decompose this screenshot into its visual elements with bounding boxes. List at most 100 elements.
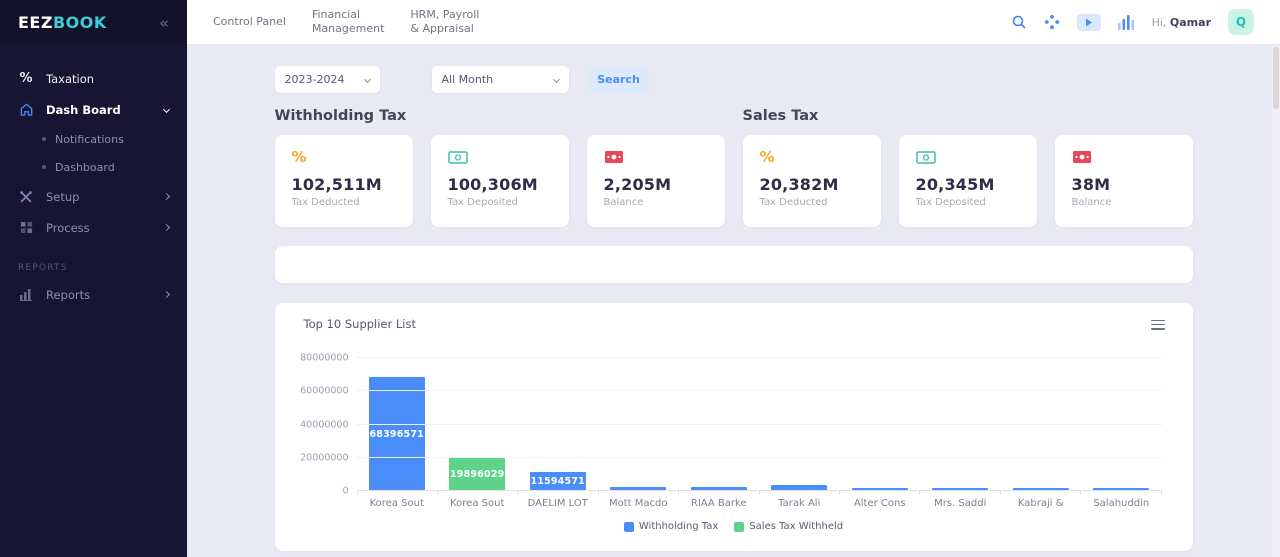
bullet-icon xyxy=(42,137,46,141)
sidebar-item-label: Notifications xyxy=(55,133,124,146)
x-axis-tick xyxy=(357,491,437,495)
chart-bars: 68396571 19896029 11594571 xyxy=(357,358,1162,491)
chevron-down-icon xyxy=(552,76,559,83)
bar-daelim-lot[interactable]: 11594571 xyxy=(530,472,586,491)
bar-slot xyxy=(759,358,840,491)
sidebar-item-reports[interactable]: Reports xyxy=(0,279,187,310)
stat-card-tax-deducted: % 20,382M Tax Deducted xyxy=(743,135,881,227)
nav-control-panel[interactable]: Control Panel xyxy=(213,15,286,29)
sidebar-item-label: Process xyxy=(46,221,90,235)
stat-value: 20,345M xyxy=(916,175,1020,194)
y-tick-label: 40000000 xyxy=(279,419,349,430)
sidebar-section-reports: REPORTS xyxy=(0,243,187,279)
x-axis-tick xyxy=(919,491,999,495)
stat-card-balance: 38M Balance xyxy=(1055,135,1193,227)
sidebar-menu: % Taxation Dash Board Notifications Dash… xyxy=(0,45,187,310)
x-tick-label: DAELIM LOT xyxy=(518,498,599,509)
nav-hrm-payroll[interactable]: HRM, Payroll & Appraisal xyxy=(410,8,479,36)
greeting-prefix: Hi, xyxy=(1152,16,1170,29)
year-select[interactable]: 2023-2024 xyxy=(275,66,380,93)
gridline xyxy=(357,357,1162,358)
bar-slot xyxy=(1081,358,1162,491)
sidebar-item-label: Dashboard xyxy=(55,161,115,174)
user-greeting: Hi, Qamar xyxy=(1152,16,1211,29)
legend-item[interactable]: Sales Tax Withheld xyxy=(734,521,843,532)
app-logo: EEZBOOK xyxy=(18,13,107,32)
scrollbar-thumb[interactable] xyxy=(1273,47,1279,109)
percent-icon: % xyxy=(760,148,864,166)
sidebar-item-dashboard[interactable]: Dashboard xyxy=(0,153,187,181)
bar-chart-icon xyxy=(18,287,34,303)
chart-menu-icon[interactable] xyxy=(1151,317,1165,332)
x-tick-label: Salahuddin xyxy=(1081,498,1162,509)
nav-financial-management[interactable]: Financial Management xyxy=(312,8,384,36)
sales-tax-section: Sales Tax % 20,382M Tax Deducted 20,345M xyxy=(743,108,1193,227)
sidebar-item-taxation[interactable]: % Taxation xyxy=(0,63,187,94)
y-tick-label: 0 xyxy=(279,486,349,497)
banknote-outline-icon xyxy=(448,148,552,166)
search-icon[interactable] xyxy=(1011,14,1027,30)
stat-label: Balance xyxy=(1072,197,1176,208)
stat-card-balance: 2,205M Balance xyxy=(587,135,725,227)
stat-card-tax-deposited: 20,345M Tax Deposited xyxy=(899,135,1037,227)
x-axis-tick xyxy=(1000,491,1080,495)
gridline xyxy=(357,490,1162,491)
y-tick-label: 60000000 xyxy=(279,386,349,397)
month-select[interactable]: All Month xyxy=(432,66,569,93)
stat-card-tax-deposited: 100,306M Tax Deposited xyxy=(431,135,569,227)
stat-label: Tax Deposited xyxy=(916,197,1020,208)
x-tick-label: Mrs. Saddi xyxy=(920,498,1001,509)
percent-icon: % xyxy=(18,71,34,87)
user-name: Qamar xyxy=(1170,16,1211,29)
bar-slot: 19896029 xyxy=(437,358,518,491)
legend-label: Withholding Tax xyxy=(639,521,718,532)
month-select-value: All Month xyxy=(442,73,494,86)
stat-value: 102,511M xyxy=(292,175,396,194)
bullet-icon xyxy=(42,165,46,169)
sidebar-item-process[interactable]: Process xyxy=(0,212,187,243)
x-axis-labels: Korea SoutKorea SoutDAELIM LOTMott Macdo… xyxy=(357,498,1162,509)
banknote-filled-icon xyxy=(1072,148,1176,166)
legend-label: Sales Tax Withheld xyxy=(749,521,843,532)
y-tick-label: 20000000 xyxy=(279,452,349,463)
stat-value: 20,382M xyxy=(760,175,864,194)
bar-korea-sout[interactable]: 19896029 xyxy=(449,458,505,491)
bar-korea-sout[interactable]: 68396571 xyxy=(369,377,425,491)
stats-bars-icon[interactable] xyxy=(1118,15,1135,30)
stat-value: 38M xyxy=(1072,175,1176,194)
apps-dots-icon[interactable] xyxy=(1044,14,1060,30)
bar-slot xyxy=(1001,358,1082,491)
avatar[interactable]: Q xyxy=(1228,9,1254,35)
sidebar-item-setup[interactable]: Setup xyxy=(0,181,187,212)
legend-swatch xyxy=(624,522,634,532)
search-button[interactable]: Search xyxy=(589,67,649,93)
bar-slot xyxy=(679,358,760,491)
x-tick-label: Alter Cons xyxy=(840,498,921,509)
chart-legend: Withholding Tax Sales Tax Withheld xyxy=(275,521,1193,532)
vertical-scrollbar[interactable] xyxy=(1272,45,1280,557)
x-tick-label: Korea Sout xyxy=(437,498,518,509)
legend-item[interactable]: Withholding Tax xyxy=(624,521,718,532)
logo-row: EEZBOOK « xyxy=(0,0,187,45)
x-axis-tick xyxy=(678,491,758,495)
sidebar-item-label: Reports xyxy=(46,288,90,302)
bar-slot xyxy=(598,358,679,491)
sidebar-item-dashboard-group[interactable]: Dash Board xyxy=(0,94,187,125)
chevron-right-icon xyxy=(163,224,170,231)
supplier-chart-panel: Top 10 Supplier List 6839657119896029115… xyxy=(275,303,1193,551)
stat-label: Tax Deposited xyxy=(448,197,552,208)
x-axis-tick xyxy=(839,491,919,495)
app-window: EEZBOOK « % Taxation Dash Board Notifica… xyxy=(0,0,1280,557)
play-button[interactable] xyxy=(1077,14,1101,31)
sidebar-collapse-icon[interactable]: « xyxy=(159,14,169,32)
x-axis-tick xyxy=(437,491,517,495)
chevron-down-icon xyxy=(163,106,170,113)
banknote-outline-icon xyxy=(916,148,1020,166)
stat-card-tax-deducted: % 102,511M Tax Deducted xyxy=(275,135,413,227)
sidebar-item-label: Setup xyxy=(46,190,79,204)
sidebar-item-notifications[interactable]: Notifications xyxy=(0,125,187,153)
top-header: Control Panel Financial Management HRM, … xyxy=(187,0,1280,45)
bar-slot xyxy=(840,358,921,491)
x-axis-ticks xyxy=(357,491,1162,495)
logo-text-secondary: BOOK xyxy=(53,13,107,32)
